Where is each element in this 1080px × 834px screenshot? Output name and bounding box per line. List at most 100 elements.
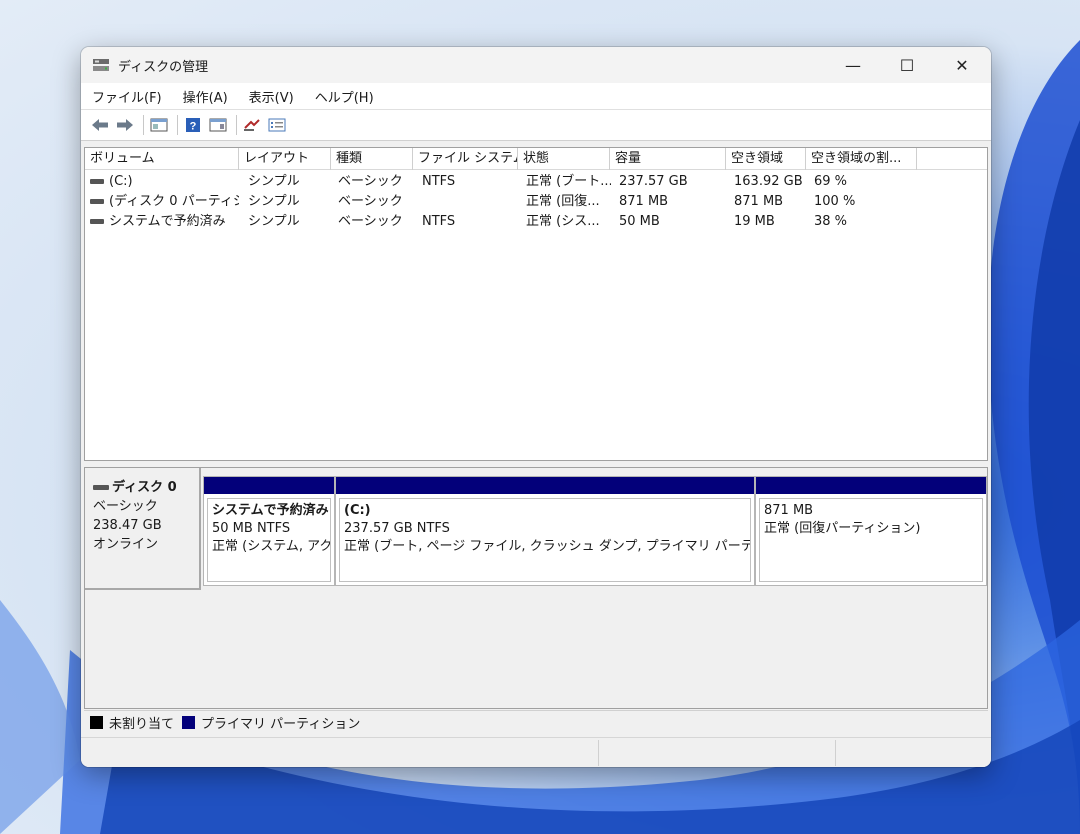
- toolbar: ?: [81, 109, 991, 141]
- primary-partition-swatch: [182, 715, 196, 729]
- partition-name: (C:): [344, 503, 371, 518]
- title-bar: ディスクの管理 — ☐ ✕: [81, 47, 991, 83]
- free-space-cell: 871 MB: [734, 194, 784, 209]
- partition-type-bar: [204, 477, 334, 494]
- partition-body: (C:) 237.57 GB NTFS 正常 (ブート, ページ ファイル, ク…: [339, 498, 751, 582]
- forward-icon: [117, 119, 133, 131]
- legend-unallocated: 未割り当て: [109, 716, 175, 732]
- disk-type: ベーシック: [93, 499, 158, 514]
- back-button[interactable]: [89, 114, 111, 136]
- disk-management-app-icon: [93, 59, 109, 71]
- partition-name: システムで予約済み: [212, 503, 329, 518]
- disk-management-window: ディスクの管理 — ☐ ✕ ファイル(F) 操作(A) 表示(V) ヘルプ(H)…: [81, 47, 991, 767]
- volume-list-header: ボリューム レイアウト 種類 ファイル システム 状態 容量 空き領域 空き領域…: [85, 148, 987, 170]
- volume-icon: [90, 219, 104, 224]
- status-bar: [81, 737, 991, 767]
- back-icon: [92, 119, 108, 131]
- disk-name: ディスク 0: [112, 480, 177, 495]
- svg-text:?: ?: [190, 121, 197, 133]
- status-cell: 正常 (ブート...: [526, 174, 611, 189]
- close-button[interactable]: ✕: [935, 47, 989, 83]
- volume-icon: [90, 179, 104, 184]
- volume-name: システムで予約済み: [109, 214, 226, 229]
- column-header-capacity[interactable]: 容量: [610, 148, 726, 170]
- connect-button[interactable]: [241, 114, 263, 136]
- partition-status: 正常 (ブート, ページ ファイル, クラッシュ ダンプ, プライマリ パーティ…: [344, 539, 750, 554]
- partition-body: システムで予約済み 50 MB NTFS 正常 (システム, アク: [207, 498, 331, 582]
- legend-bar: 未割り当て プライマリ パーティション: [84, 710, 988, 733]
- percent-free-cell: 69 %: [814, 174, 848, 189]
- type-cell: ベーシック: [338, 194, 403, 209]
- capacity-cell: 237.57 GB: [619, 174, 688, 189]
- volume-cell: システムで予約済み: [85, 212, 239, 232]
- column-header-type[interactable]: 種類: [331, 148, 413, 170]
- volume-row[interactable]: システムで予約済み シンプル ベーシック NTFS 正常 (シス... 50 M…: [85, 212, 987, 232]
- column-header-percent-free[interactable]: 空き領域の割...: [806, 148, 917, 170]
- type-cell: ベーシック: [338, 214, 403, 229]
- help-button[interactable]: ?: [182, 114, 204, 136]
- percent-free-cell: 100 %: [814, 194, 856, 209]
- toolbar-separator: [143, 115, 144, 135]
- layout-cell: シンプル: [248, 214, 300, 229]
- partition-status: 正常 (回復パーティション): [764, 521, 921, 536]
- disk-icon: [93, 485, 109, 490]
- volume-list-pane: ボリューム レイアウト 種類 ファイル システム 状態 容量 空き領域 空き領域…: [84, 147, 988, 461]
- disk-state: オンライン: [93, 537, 159, 552]
- filesystem-cell: NTFS: [422, 214, 456, 229]
- disk-name-row: ディスク 0: [93, 478, 199, 497]
- show-hide-console-tree-button[interactable]: [148, 114, 170, 136]
- show-hide-action-pane-button[interactable]: [207, 114, 229, 136]
- volume-row[interactable]: (C:) シンプル ベーシック NTFS 正常 (ブート... 237.57 G…: [85, 172, 987, 192]
- column-header-status[interactable]: 状態: [518, 148, 610, 170]
- show-hide-console-tree-icon: [150, 118, 168, 132]
- forward-button[interactable]: [114, 114, 136, 136]
- properties-button[interactable]: [266, 114, 288, 136]
- column-header-free-space[interactable]: 空き領域: [726, 148, 806, 170]
- partition-c-drive[interactable]: (C:) 237.57 GB NTFS 正常 (ブート, ページ ファイル, ク…: [335, 476, 755, 586]
- legend-primary-partition: プライマリ パーティション: [201, 716, 361, 732]
- partition-type-bar: [756, 477, 986, 494]
- volume-cell: (ディスク 0 パーティシ...: [85, 192, 239, 212]
- toolbar-separator: [236, 115, 237, 135]
- partition-system-reserved[interactable]: システムで予約済み 50 MB NTFS 正常 (システム, アク: [203, 476, 335, 586]
- status-divider: [835, 740, 836, 766]
- partition-body: 871 MB 正常 (回復パーティション): [759, 498, 983, 582]
- menu-action[interactable]: 操作(A): [183, 87, 228, 106]
- capacity-cell: 50 MB: [619, 214, 660, 229]
- type-cell: ベーシック: [338, 174, 403, 189]
- volume-name: (ディスク 0 パーティシ...: [109, 194, 239, 209]
- toolbar-separator: [177, 115, 178, 135]
- menu-file[interactable]: ファイル(F): [92, 87, 162, 106]
- status-divider: [598, 740, 599, 766]
- column-header-volume[interactable]: ボリューム: [85, 148, 239, 170]
- disk-0-label[interactable]: ディスク 0 ベーシック 238.47 GB オンライン: [85, 468, 201, 590]
- minimize-button[interactable]: —: [826, 47, 880, 83]
- free-space-cell: 19 MB: [734, 214, 775, 229]
- partition-size: 871 MB: [764, 503, 814, 518]
- volume-row[interactable]: (ディスク 0 パーティシ... シンプル ベーシック 正常 (回復... 87…: [85, 192, 987, 212]
- window-title: ディスクの管理: [118, 59, 209, 75]
- filesystem-cell: NTFS: [422, 174, 456, 189]
- maximize-button[interactable]: ☐: [880, 47, 934, 83]
- properties-icon: [268, 118, 286, 132]
- menu-bar: ファイル(F) 操作(A) 表示(V) ヘルプ(H): [81, 83, 991, 109]
- menu-help[interactable]: ヘルプ(H): [315, 87, 374, 106]
- disk-size: 238.47 GB: [93, 518, 162, 533]
- status-cell: 正常 (シス...: [526, 214, 600, 229]
- volume-cell: (C:): [85, 172, 239, 192]
- help-icon: ?: [186, 118, 200, 133]
- partition-type-bar: [336, 477, 754, 494]
- partition-size: 237.57 GB NTFS: [344, 521, 450, 536]
- column-header-layout[interactable]: レイアウト: [239, 148, 331, 170]
- filesystem-cell: [417, 192, 517, 212]
- status-cell: 正常 (回復...: [526, 194, 600, 209]
- volume-name: (C:): [109, 174, 133, 189]
- menu-view[interactable]: 表示(V): [249, 87, 294, 106]
- connect-icon: [244, 119, 260, 131]
- volume-icon: [90, 199, 104, 204]
- column-header-filesystem[interactable]: ファイル システム: [413, 148, 518, 170]
- free-space-cell: 163.92 GB: [734, 174, 803, 189]
- partition-recovery[interactable]: 871 MB 正常 (回復パーティション): [755, 476, 987, 586]
- percent-free-cell: 38 %: [814, 214, 848, 229]
- unallocated-swatch: [90, 715, 103, 729]
